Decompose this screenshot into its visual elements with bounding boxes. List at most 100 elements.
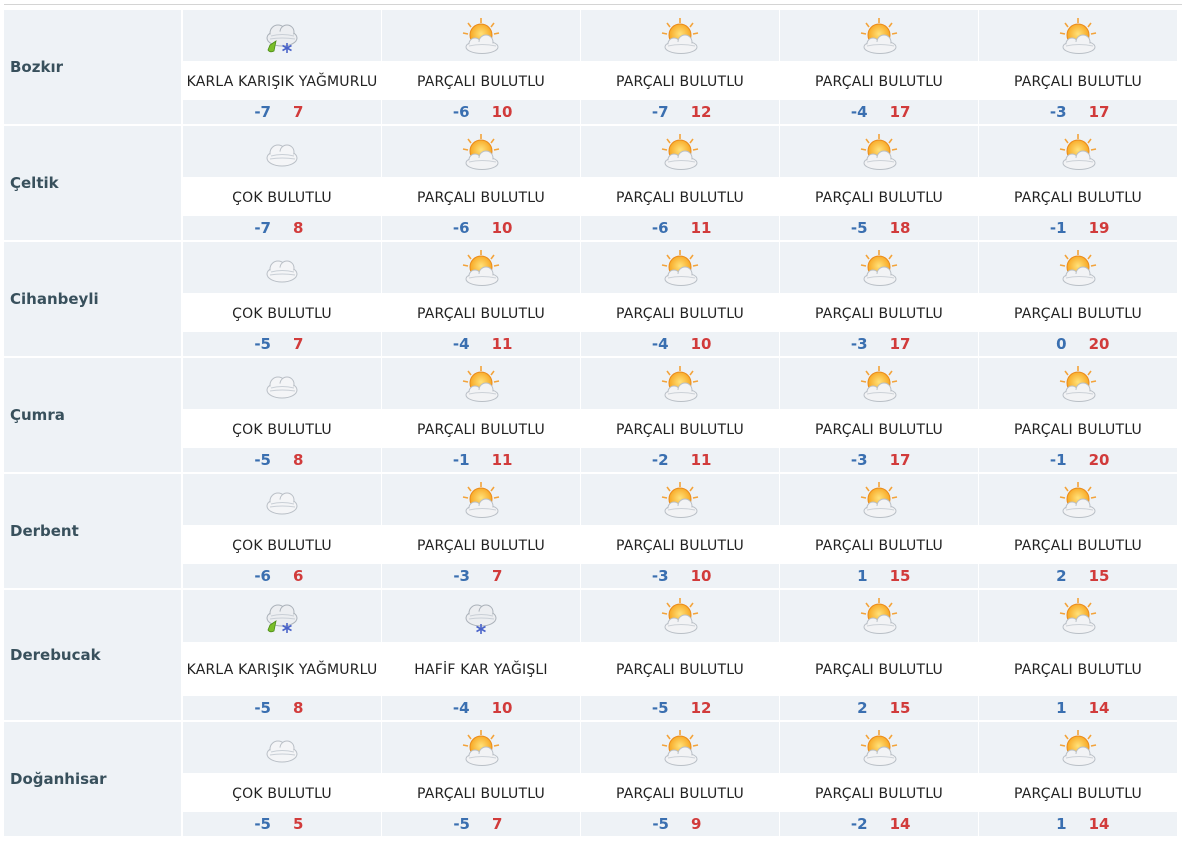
day-cell: PARÇALI BULUTLU -3 17 <box>978 10 1177 125</box>
weather-description: PARÇALI BULUTLU <box>780 641 978 696</box>
max-temp: 11 <box>690 451 712 470</box>
min-temp: -5 <box>850 219 868 238</box>
day-cell: PARÇALI BULUTLU -5 12 <box>580 590 779 721</box>
max-temp: 8 <box>293 698 304 717</box>
max-temp: 14 <box>1088 698 1110 717</box>
min-temp: -3 <box>850 335 868 354</box>
max-temp: 20 <box>1088 335 1110 354</box>
max-temp: 8 <box>293 451 304 470</box>
day-cell: KARLA KARIŞIK YAĞMURLU -5 8 <box>182 590 381 721</box>
max-temp: 15 <box>889 567 911 586</box>
min-temp: -6 <box>452 103 470 122</box>
max-temp: 10 <box>690 567 712 586</box>
temperature-range: -6 6 <box>183 564 381 589</box>
temperature-range: -5 5 <box>183 812 381 837</box>
day-cell: ÇOK BULUTLU -5 8 <box>182 358 381 473</box>
min-temp: 1 <box>1056 815 1067 834</box>
weather-description: PARÇALI BULUTLU <box>979 641 1177 696</box>
max-temp: 12 <box>690 103 712 122</box>
temperature-range: -5 8 <box>183 695 381 721</box>
cloudy-icon <box>183 126 381 178</box>
day-cell: PARÇALI BULUTLU -5 9 <box>580 722 779 837</box>
max-temp: 15 <box>1088 567 1110 586</box>
day-cell: PARÇALI BULUTLU 1 14 <box>978 722 1177 837</box>
weather-description: PARÇALI BULUTLU <box>979 61 1177 101</box>
partly-cloudy-icon <box>780 10 978 62</box>
temperature-range: -5 12 <box>581 695 779 721</box>
cloudy-icon <box>183 722 381 774</box>
city-row: Çumra ÇOK BULUTLU -5 8 PARÇALI BULUTLU -… <box>4 358 1182 474</box>
day-cell: HAFİF KAR YAĞIŞLI -4 10 <box>381 590 580 721</box>
day-cell: PARÇALI BULUTLU -1 20 <box>978 358 1177 473</box>
temperature-range: -4 11 <box>382 332 580 357</box>
day-cell: ÇOK BULUTLU -6 6 <box>182 474 381 589</box>
weather-description: PARÇALI BULUTLU <box>780 293 978 333</box>
weather-description: PARÇALI BULUTLU <box>979 177 1177 217</box>
min-temp: -4 <box>651 335 669 354</box>
min-temp: 2 <box>1056 567 1067 586</box>
temperature-range: -6 10 <box>382 216 580 241</box>
temperature-range: -7 7 <box>183 100 381 125</box>
day-cell: PARÇALI BULUTLU 1 15 <box>779 474 978 589</box>
max-temp: 10 <box>491 219 513 238</box>
day-cell: PARÇALI BULUTLU -5 18 <box>779 126 978 241</box>
min-temp: -7 <box>651 103 669 122</box>
min-temp: -5 <box>254 815 271 834</box>
city-name: Çeltik <box>4 126 182 240</box>
max-temp: 10 <box>690 335 712 354</box>
weather-description: KARLA KARIŞIK YAĞMURLU <box>183 61 381 101</box>
cloudy-icon <box>183 358 381 410</box>
city-row: Çeltik ÇOK BULUTLU -7 8 PARÇALI BULUTLU … <box>4 126 1182 242</box>
city-name: Derebucak <box>4 590 182 720</box>
min-temp: -5 <box>651 698 669 717</box>
temperature-range: -3 17 <box>780 448 978 473</box>
weather-description: PARÇALI BULUTLU <box>581 773 779 813</box>
temperature-range: -5 7 <box>183 332 381 357</box>
partly-cloudy-icon <box>581 10 779 62</box>
partly-cloudy-icon <box>780 590 978 642</box>
temperature-range: -4 10 <box>382 695 580 721</box>
max-temp: 17 <box>889 335 911 354</box>
day-cell: PARÇALI BULUTLU -6 10 <box>381 10 580 125</box>
weather-description: PARÇALI BULUTLU <box>382 293 580 333</box>
temperature-range: -3 10 <box>581 564 779 589</box>
day-cell: PARÇALI BULUTLU -6 10 <box>381 126 580 241</box>
max-temp: 10 <box>491 698 513 717</box>
temperature-range: 1 14 <box>979 812 1177 837</box>
partly-cloudy-icon <box>979 242 1177 294</box>
partly-cloudy-icon <box>581 358 779 410</box>
partly-cloudy-icon <box>581 474 779 526</box>
max-temp: 7 <box>293 103 304 122</box>
weather-description: PARÇALI BULUTLU <box>780 177 978 217</box>
temperature-range: -7 12 <box>581 100 779 125</box>
day-cell: PARÇALI BULUTLU -7 12 <box>580 10 779 125</box>
max-temp: 11 <box>690 219 712 238</box>
partly-cloudy-icon <box>581 242 779 294</box>
partly-cloudy-icon <box>382 358 580 410</box>
min-temp: -3 <box>850 451 868 470</box>
day-cell: PARÇALI BULUTLU -2 14 <box>779 722 978 837</box>
min-temp: 2 <box>857 698 868 717</box>
weather-description: PARÇALI BULUTLU <box>979 409 1177 449</box>
weather-description: HAFİF KAR YAĞIŞLI <box>382 641 580 696</box>
weather-description: PARÇALI BULUTLU <box>780 525 978 565</box>
forecast-table: Bozkır KARLA KARIŞIK YAĞMURLU -7 7 PARÇA… <box>4 10 1182 838</box>
cloudy-icon <box>183 242 381 294</box>
weather-description: PARÇALI BULUTLU <box>581 641 779 696</box>
min-temp: -5 <box>254 335 271 354</box>
weather-description: ÇOK BULUTLU <box>183 409 381 449</box>
min-temp: -5 <box>453 815 470 834</box>
weather-description: ÇOK BULUTLU <box>183 525 381 565</box>
day-cell: PARÇALI BULUTLU -4 10 <box>580 242 779 357</box>
min-temp: -4 <box>452 335 470 354</box>
partly-cloudy-icon <box>780 126 978 178</box>
min-temp: -2 <box>850 815 868 834</box>
city-row: Cihanbeyli ÇOK BULUTLU -5 7 PARÇALI BULU… <box>4 242 1182 358</box>
weather-description: PARÇALI BULUTLU <box>382 773 580 813</box>
weather-description: ÇOK BULUTLU <box>183 177 381 217</box>
temperature-range: -1 20 <box>979 448 1177 473</box>
day-cell: PARÇALI BULUTLU -4 11 <box>381 242 580 357</box>
partly-cloudy-icon <box>979 10 1177 62</box>
day-cell: PARÇALI BULUTLU -4 17 <box>779 10 978 125</box>
partly-cloudy-icon <box>780 474 978 526</box>
